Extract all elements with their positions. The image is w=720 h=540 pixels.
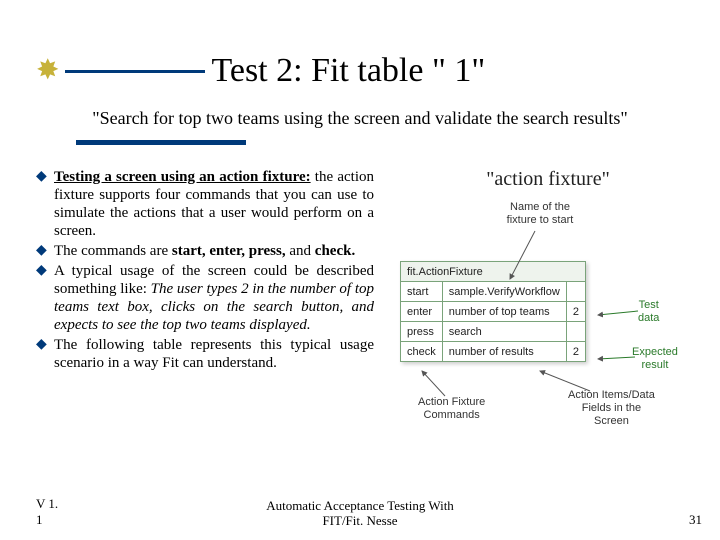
title-row: ✸ Test 2: Fit table " 1": [0, 52, 720, 90]
arrows-icon: [390, 201, 706, 441]
bullet-text: Testing a screen using an action fixture…: [54, 168, 374, 240]
footer: V 1. 1 Automatic Acceptance Testing With…: [0, 496, 720, 528]
bullet-item: ◆ A typical usage of the screen could be…: [36, 262, 374, 334]
bullet-item: ◆ Testing a screen using an action fixtu…: [36, 168, 374, 240]
title-bullet-icon: ✸: [36, 57, 59, 85]
bullet-text: The commands are start, enter, press, an…: [54, 242, 374, 260]
bullet-text: The following table represents this typi…: [54, 336, 374, 372]
diamond-icon: ◆: [36, 336, 54, 354]
diagram-caption: "action fixture": [390, 168, 706, 191]
bullet-list: ◆ Testing a screen using an action fixtu…: [36, 168, 374, 374]
version-label: V 1. 1: [0, 496, 60, 528]
divider-bar: [76, 140, 246, 145]
diamond-icon: ◆: [36, 168, 54, 186]
page-number: 31: [660, 512, 720, 528]
bullet-item: ◆ The commands are start, enter, press, …: [36, 242, 374, 260]
slide-subtitle: "Search for top two teams using the scre…: [0, 108, 720, 129]
bullet-text: A typical usage of the screen could be d…: [54, 262, 374, 334]
diamond-icon: ◆: [36, 242, 54, 260]
bullet-item: ◆ The following table represents this ty…: [36, 336, 374, 372]
action-fixture-diagram: Name of the fixture to start fit.ActionF…: [390, 201, 706, 441]
title-underline: [65, 70, 205, 73]
diagram-panel: "action fixture" Name of the fixture to …: [390, 168, 706, 441]
footer-center: Automatic Acceptance Testing WithFIT/Fit…: [60, 498, 660, 528]
slide-title: Test 2: Fit table " 1": [211, 52, 485, 90]
diamond-icon: ◆: [36, 262, 54, 280]
